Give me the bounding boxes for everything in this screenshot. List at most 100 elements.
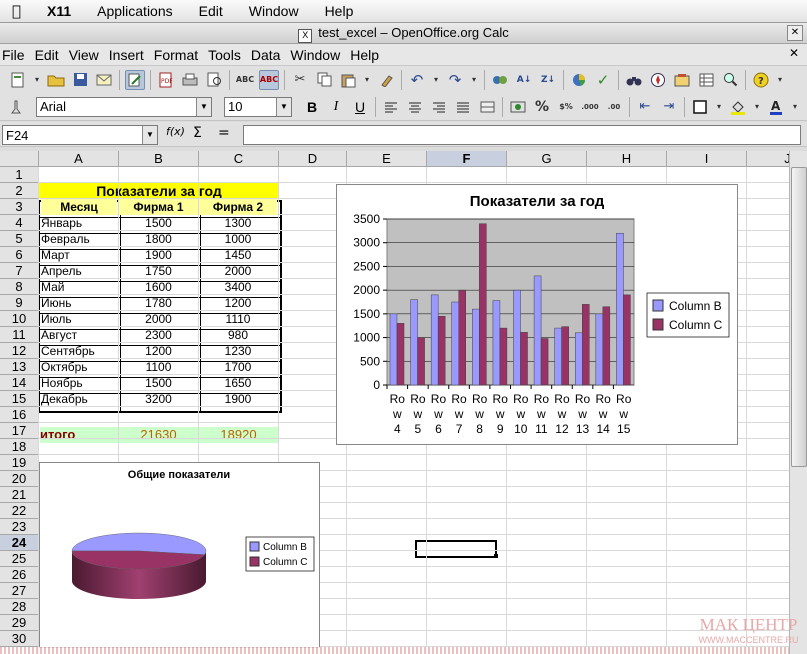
window-titlebar[interactable]: Xtest_excel – OpenOffice.org Calc xyxy=(0,23,807,44)
function-wizard-icon[interactable]: f(x) xyxy=(166,125,185,138)
column-header-c[interactable]: C xyxy=(199,151,279,167)
row-header-22[interactable]: 22 xyxy=(0,503,39,519)
row-header-5[interactable]: 5 xyxy=(0,231,39,247)
add-decimal-icon[interactable]: .000 xyxy=(580,97,600,117)
table-cell-firm2[interactable]: 2000 xyxy=(199,263,277,279)
mac-menu-edit[interactable]: Edit xyxy=(186,3,236,19)
copy-icon[interactable] xyxy=(314,70,334,90)
sort-descending-icon[interactable]: Z↓ xyxy=(538,70,558,90)
table-cell-firm1[interactable]: 1200 xyxy=(119,343,198,359)
fill-handle[interactable] xyxy=(494,554,498,558)
table-cell-firm2[interactable]: 3400 xyxy=(199,279,277,295)
table-title-cell[interactable]: Показатели за год xyxy=(39,183,279,199)
save-icon[interactable] xyxy=(70,70,90,90)
email-icon[interactable] xyxy=(94,70,114,90)
column-header-h[interactable]: H xyxy=(587,151,667,167)
row-header-16[interactable]: 16 xyxy=(0,407,39,423)
table-cell-month[interactable]: Январь xyxy=(41,215,118,231)
table-cell-firm1[interactable]: 1750 xyxy=(119,263,198,279)
column-header-f[interactable]: F xyxy=(427,151,507,167)
table-cell-month[interactable]: Август xyxy=(41,327,118,343)
menu-view[interactable]: View xyxy=(64,47,104,63)
column-header-b[interactable]: B xyxy=(119,151,199,167)
spellcheck-icon[interactable]: ABC xyxy=(235,70,255,90)
table-cell-month[interactable]: Декабрь xyxy=(41,391,118,407)
row-header-19[interactable]: 19 xyxy=(0,455,39,471)
row-header-12[interactable]: 12 xyxy=(0,343,39,359)
row-header-3[interactable]: 3 xyxy=(0,199,39,215)
increase-indent-icon[interactable]: ⇥ xyxy=(659,97,679,117)
table-cell-firm1[interactable]: 1500 xyxy=(119,375,198,391)
merge-cells-icon[interactable] xyxy=(477,97,497,117)
paste-icon[interactable] xyxy=(338,70,358,90)
row-header-10[interactable]: 10 xyxy=(0,311,39,327)
font-name-dropdown-icon[interactable]: ▼ xyxy=(196,97,211,116)
font-name-combo[interactable]: Arial ▼ xyxy=(36,96,212,117)
table-cell-month[interactable]: Ноябрь xyxy=(41,375,118,391)
row-header-18[interactable]: 18 xyxy=(0,439,39,455)
sort-ascending-icon[interactable]: A↓ xyxy=(514,70,534,90)
row-header-29[interactable]: 29 xyxy=(0,615,39,631)
apple-menu-icon[interactable]:  xyxy=(12,2,34,20)
auto-spellcheck-icon[interactable]: ABC xyxy=(259,69,279,90)
print-icon[interactable] xyxy=(180,70,200,90)
table-cell-firm1[interactable]: 1500 xyxy=(119,215,198,231)
row-header-2[interactable]: 2 xyxy=(0,183,39,199)
menu-file[interactable]: File xyxy=(0,47,30,63)
decrease-indent-icon[interactable]: ⇤ xyxy=(635,97,655,117)
vertical-scrollbar-thumb[interactable] xyxy=(791,167,807,467)
formula-input[interactable] xyxy=(243,125,801,145)
mac-menu-window[interactable]: Window xyxy=(236,3,312,19)
find-replace-icon[interactable] xyxy=(624,70,644,90)
menu-window[interactable]: Window xyxy=(285,47,345,63)
data-sources-icon[interactable] xyxy=(696,70,716,90)
mac-app-menu[interactable]: X11 xyxy=(34,3,84,19)
menu-edit[interactable]: Edit xyxy=(30,47,64,63)
mac-menu-help[interactable]: Help xyxy=(312,3,367,19)
justify-icon[interactable] xyxy=(453,97,473,117)
row-header-30[interactable]: 30 xyxy=(0,631,39,647)
selected-cell-f24[interactable] xyxy=(415,540,497,558)
total-c-cell[interactable]: 18920 xyxy=(199,427,278,443)
function-icon[interactable]: = xyxy=(218,125,230,141)
row-header-21[interactable]: 21 xyxy=(0,487,39,503)
menu-help[interactable]: Help xyxy=(345,47,384,63)
row-header-9[interactable]: 9 xyxy=(0,295,39,311)
table-cell-month[interactable]: Июль xyxy=(41,311,118,327)
total-b-cell[interactable]: 21630 xyxy=(119,427,198,443)
window-close-icon[interactable]: ✕ xyxy=(787,25,803,41)
redo-dropdown-icon[interactable]: ▾ xyxy=(469,70,479,90)
table-cell-firm2[interactable]: 1000 xyxy=(199,231,277,247)
insert-chart-icon[interactable] xyxy=(569,70,589,90)
align-left-icon[interactable] xyxy=(381,97,401,117)
total-label-cell[interactable]: итого xyxy=(40,427,118,443)
row-header-11[interactable]: 11 xyxy=(0,327,39,343)
menu-tools[interactable]: Tools xyxy=(203,47,246,63)
font-color-dropdown-icon[interactable]: ▾ xyxy=(790,97,800,117)
column-header-e[interactable]: E xyxy=(347,151,427,167)
row-header-17[interactable]: 17 xyxy=(0,423,39,439)
standard-format-icon[interactable]: $% xyxy=(556,97,576,117)
font-size-dropdown-icon[interactable]: ▼ xyxy=(276,97,291,116)
table-header-firm1[interactable]: Фирма 1 xyxy=(119,199,198,215)
select-all-corner[interactable] xyxy=(0,151,39,167)
table-cell-firm1[interactable]: 2000 xyxy=(119,311,198,327)
currency-format-icon[interactable] xyxy=(508,97,528,117)
undo-icon[interactable]: ↶ xyxy=(407,70,427,90)
table-cell-month[interactable]: Октябрь xyxy=(41,359,118,375)
new-document-icon[interactable] xyxy=(8,70,28,90)
table-cell-month[interactable]: Март xyxy=(41,247,118,263)
row-header-20[interactable]: 20 xyxy=(0,471,39,487)
bar-chart[interactable]: Показатели за год 0 500 1000 1500 2000 2500 300… xyxy=(336,184,738,445)
column-header-d[interactable]: D xyxy=(279,151,347,167)
help-icon[interactable]: ? xyxy=(751,70,771,90)
mac-menu-applications[interactable]: Applications xyxy=(84,3,186,19)
row-header-27[interactable]: 27 xyxy=(0,583,39,599)
row-header-28[interactable]: 28 xyxy=(0,599,39,615)
document-close-icon[interactable]: ✕ xyxy=(787,46,801,60)
toolbar-overflow-icon[interactable]: ▾ xyxy=(775,70,785,90)
redo-icon[interactable]: ↷ xyxy=(445,70,465,90)
table-header-firm2[interactable]: Фирма 2 xyxy=(199,199,277,215)
name-box[interactable]: F24 ▼ xyxy=(2,125,158,145)
table-cell-firm2[interactable]: 1230 xyxy=(199,343,277,359)
